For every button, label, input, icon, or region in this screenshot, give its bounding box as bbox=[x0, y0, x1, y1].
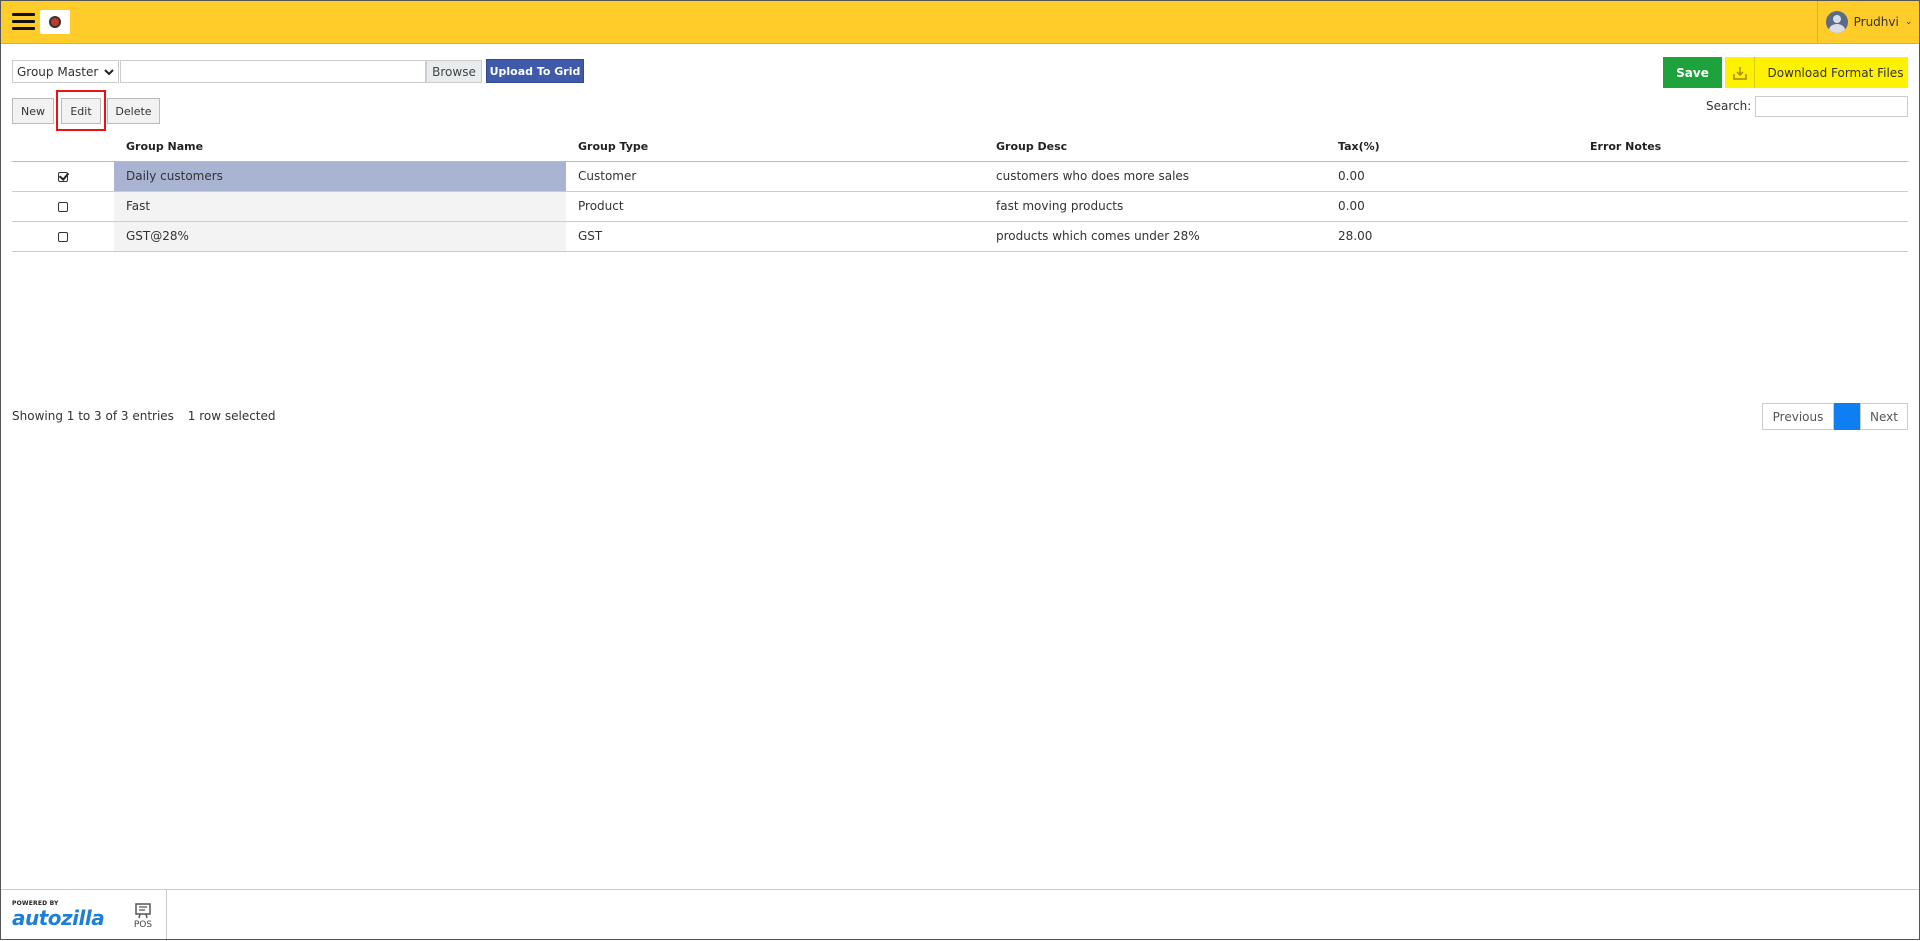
selection-info: 1 row selected bbox=[187, 409, 276, 423]
page-1-button[interactable]: 1 bbox=[1834, 403, 1860, 430]
cell-group-type[interactable]: Customer bbox=[566, 162, 984, 191]
entries-info: Showing 1 to 3 of 3 entries bbox=[12, 409, 174, 423]
download-format-files-button[interactable]: Download Format Files bbox=[1725, 57, 1908, 88]
row-checkbox[interactable] bbox=[58, 231, 68, 242]
pos-icon bbox=[135, 902, 151, 918]
header-select bbox=[12, 132, 114, 161]
save-button[interactable]: Save bbox=[1663, 57, 1722, 88]
search-label: Search: bbox=[1706, 99, 1752, 113]
cell-error-notes bbox=[1578, 162, 1908, 191]
chevron-down-icon bbox=[104, 68, 114, 75]
header-group-desc[interactable]: Group Desc bbox=[984, 132, 1326, 161]
cell-group-type[interactable]: GST bbox=[566, 222, 984, 251]
cell-group-desc[interactable]: fast moving products bbox=[984, 192, 1326, 221]
user-name: Prudhvi bbox=[1853, 15, 1899, 29]
cell-tax[interactable]: 28.00 bbox=[1326, 222, 1578, 251]
header-group-type[interactable]: Group Type bbox=[566, 132, 984, 161]
header-tax[interactable]: Tax(%) bbox=[1326, 132, 1578, 161]
cell-tax[interactable]: 0.00 bbox=[1326, 162, 1578, 191]
download-label: Download Format Files bbox=[1767, 65, 1904, 80]
cell-group-desc[interactable]: customers who does more sales bbox=[984, 162, 1326, 191]
master-type-select[interactable]: Group Master bbox=[12, 60, 119, 83]
user-menu[interactable]: Prudhvi ⌄ bbox=[1817, 0, 1920, 44]
edit-highlight-box bbox=[56, 90, 106, 131]
cell-group-type[interactable]: Product bbox=[566, 192, 984, 221]
table-row[interactable]: Fast Product fast moving products 0.00 bbox=[12, 192, 1908, 222]
file-path-input[interactable] bbox=[120, 60, 426, 83]
cell-group-name[interactable]: GST@28% bbox=[114, 222, 566, 251]
download-icon bbox=[1725, 57, 1755, 88]
group-table: Group Name Group Type Group Desc Tax(%) … bbox=[12, 132, 1908, 252]
autozilla-logo: POWERED BY autozilla bbox=[12, 900, 105, 932]
search-input[interactable] bbox=[1755, 96, 1908, 117]
cell-error-notes bbox=[1578, 222, 1908, 251]
hamburger-menu-icon[interactable] bbox=[12, 13, 35, 31]
pagination: Previous 1 Next bbox=[1762, 403, 1908, 430]
delete-button[interactable]: Delete bbox=[107, 98, 160, 124]
row-checkbox[interactable] bbox=[58, 201, 68, 212]
company-logo[interactable] bbox=[40, 10, 70, 34]
avatar-icon bbox=[1825, 11, 1848, 33]
cell-group-name[interactable]: Fast bbox=[114, 192, 566, 221]
table-header: Group Name Group Type Group Desc Tax(%) … bbox=[12, 132, 1908, 162]
brand-name: autozilla bbox=[12, 906, 105, 930]
header-error-notes[interactable]: Error Notes bbox=[1578, 132, 1908, 161]
cell-tax[interactable]: 0.00 bbox=[1326, 192, 1578, 221]
master-type-value: Group Master bbox=[17, 64, 99, 79]
pos-label: POS bbox=[133, 919, 153, 930]
header-group-name[interactable]: Group Name bbox=[114, 132, 566, 161]
new-button[interactable]: New bbox=[12, 98, 54, 124]
table-row[interactable]: GST@28% GST products which comes under 2… bbox=[12, 222, 1908, 252]
top-bar: Prudhvi ⌄ bbox=[0, 0, 1920, 44]
pos-shortcut[interactable]: POS bbox=[120, 890, 167, 941]
cell-group-name[interactable]: Daily customers bbox=[114, 162, 566, 191]
chevron-down-icon: ⌄ bbox=[1904, 17, 1913, 27]
table-row[interactable]: Daily customers Customer customers who d… bbox=[12, 162, 1908, 192]
upload-to-grid-button[interactable]: Upload To Grid bbox=[486, 59, 584, 83]
cell-error-notes bbox=[1578, 192, 1908, 221]
next-page-button[interactable]: Next bbox=[1860, 403, 1908, 430]
browse-button[interactable]: Browse bbox=[426, 60, 482, 83]
row-checkbox[interactable] bbox=[58, 171, 68, 182]
table-info: Showing 1 to 3 of 3 entries 1 row select… bbox=[12, 409, 276, 423]
previous-page-button[interactable]: Previous bbox=[1762, 403, 1834, 430]
bottom-bar: POWERED BY autozilla POS bbox=[0, 889, 1920, 941]
cell-group-desc[interactable]: products which comes under 28% bbox=[984, 222, 1326, 251]
